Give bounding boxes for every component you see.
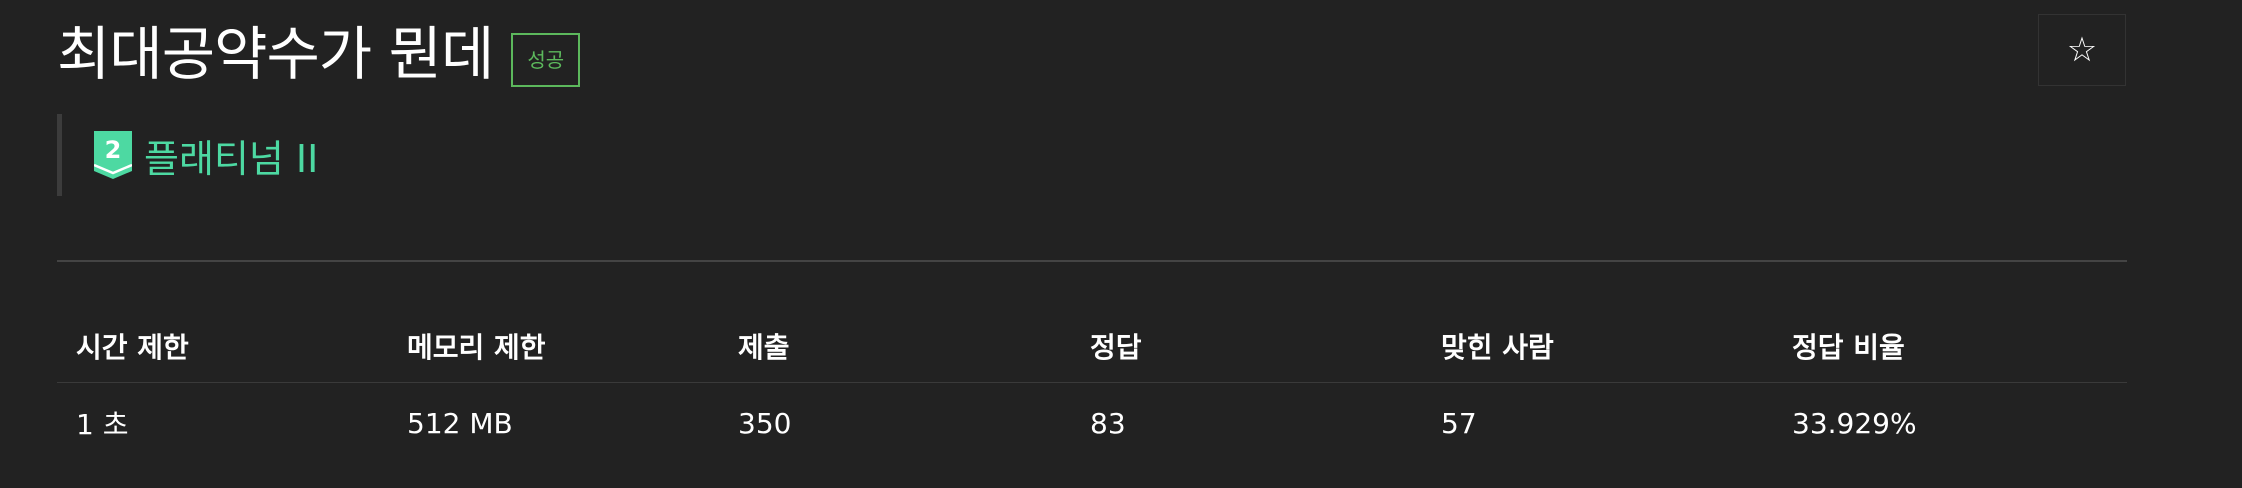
section-divider	[57, 260, 2127, 262]
table-header-row: 시간 제한 메모리 제한 제출 정답 맞힌 사람 정답 비율	[57, 310, 2127, 383]
tier-badge-icon: 2	[94, 131, 132, 179]
value-solved-users: 57	[1441, 406, 1477, 440]
header-solved-users: 맞힌 사람	[1441, 331, 1554, 364]
page-title: 최대공약수가 뭔데	[57, 20, 494, 88]
problem-header: 최대공약수가 뭔데 성공	[57, 14, 581, 94]
tier-label[interactable]: 플래티넘 II	[144, 128, 318, 183]
value-submissions: 350	[738, 406, 792, 440]
value-memory-limit: 512 MB	[407, 406, 513, 440]
header-accepted: 정답	[1090, 331, 1142, 364]
value-accepted: 83	[1090, 406, 1126, 440]
favorite-star-button[interactable]: ☆	[2038, 14, 2126, 86]
value-time-limit: 1 초	[76, 408, 129, 441]
header-time-limit: 시간 제한	[76, 331, 189, 364]
tier-info: 2 플래티넘 II	[57, 114, 318, 196]
tier-number: 2	[105, 136, 122, 164]
problem-info-table: 시간 제한 메모리 제한 제출 정답 맞힌 사람 정답 비율 1 초 512 M…	[57, 310, 2127, 463]
value-accept-ratio: 33.929%	[1792, 406, 1917, 440]
star-icon: ☆	[2066, 30, 2098, 70]
header-memory-limit: 메모리 제한	[407, 331, 546, 364]
status-badge: 성공	[511, 33, 581, 87]
header-submissions: 제출	[738, 331, 790, 364]
table-row: 1 초 512 MB 350 83 57 33.929%	[57, 383, 2127, 463]
header-accept-ratio: 정답 비율	[1792, 331, 1905, 364]
